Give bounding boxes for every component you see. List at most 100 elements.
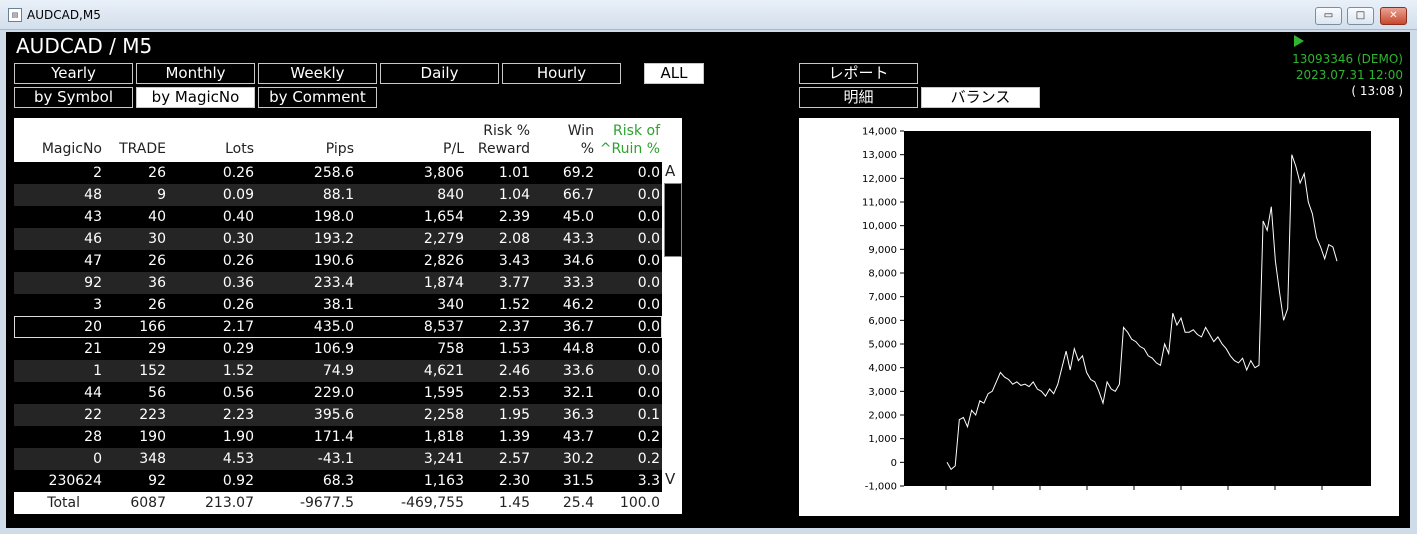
y-tick-label: 1,000 — [868, 434, 897, 445]
cell-risk-of-ruin: 0.2 — [637, 451, 660, 467]
cell-pips: 229.0 — [313, 385, 354, 401]
table-row[interactable]: 2 26 0.26 258.6 3,806 1.01 69.2 0.0 — [14, 162, 662, 184]
cell-trade: 29 — [148, 341, 166, 357]
cell-win-pct: 32.1 — [562, 385, 594, 401]
total-lots: 213.07 — [205, 495, 254, 511]
cell-win-pct: 43.3 — [562, 231, 594, 247]
table-row[interactable]: 22 223 2.23 395.6 2,258 1.95 36.3 0.1 — [14, 404, 662, 426]
cell-win-pct: 45.0 — [562, 209, 594, 225]
cell-risk-reward: 2.37 — [498, 319, 530, 335]
minimize-button[interactable]: ▭ — [1315, 7, 1342, 25]
y-tick-label: 4,000 — [868, 363, 897, 374]
scrollbar-thumb[interactable] — [664, 183, 682, 257]
cell-magicno: 21 — [84, 341, 102, 357]
cell-trade: 348 — [139, 451, 166, 467]
cell-win-pct: 46.2 — [562, 297, 594, 313]
y-tick-label: 10,000 — [862, 221, 897, 232]
close-button[interactable]: ✕ — [1380, 7, 1407, 25]
table-row[interactable]: 47 26 0.26 190.6 2,826 3.43 34.6 0.0 — [14, 250, 662, 272]
cell-risk-reward: 1.53 — [498, 341, 530, 357]
table-row[interactable]: 28 190 1.90 171.4 1,818 1.39 43.7 0.2 — [14, 426, 662, 448]
cell-lots: 0.26 — [222, 165, 254, 181]
cell-pl: 1,654 — [423, 209, 464, 225]
cell-lots: 1.52 — [222, 363, 254, 379]
total-pips: -9677.5 — [299, 495, 354, 511]
play-icon — [1294, 35, 1304, 47]
cell-pips: 233.4 — [313, 275, 354, 291]
cell-risk-of-ruin: 0.0 — [637, 253, 660, 269]
column-header-risk-of-ruin-line1: Risk of — [613, 123, 660, 139]
table-row[interactable]: 20 166 2.17 435.0 8,537 2.37 36.7 0.0 — [14, 316, 662, 338]
table-row[interactable]: 21 29 0.29 106.9 758 1.53 44.8 0.0 — [14, 338, 662, 360]
tab-monthly[interactable]: Monthly — [136, 63, 255, 84]
tab-by-symbol[interactable]: by Symbol — [14, 87, 133, 108]
cell-risk-of-ruin: 0.0 — [637, 187, 660, 203]
cell-risk-reward: 2.46 — [498, 363, 530, 379]
tab-balance[interactable]: バランス — [921, 87, 1040, 108]
cell-pl: 2,258 — [423, 407, 464, 423]
cell-risk-of-ruin: 0.0 — [637, 297, 660, 313]
cell-win-pct: 33.3 — [562, 275, 594, 291]
column-header-lots-line2: Lots — [225, 141, 254, 157]
cell-pl: 1,163 — [423, 473, 464, 489]
cell-pips: 38.1 — [322, 297, 354, 313]
cell-magicno: 46 — [84, 231, 102, 247]
cell-pl: 3,241 — [423, 451, 464, 467]
cell-win-pct: 66.7 — [562, 187, 594, 203]
cell-risk-reward: 2.57 — [498, 451, 530, 467]
cell-lots: 0.40 — [222, 209, 254, 225]
table-row[interactable]: 1 152 1.52 74.9 4,621 2.46 33.6 0.0 — [14, 360, 662, 382]
tab-all[interactable]: ALL — [644, 63, 704, 84]
cell-lots: 2.23 — [222, 407, 254, 423]
tab-detail[interactable]: 明細 — [799, 87, 918, 108]
total-win-pct: 25.4 — [562, 495, 594, 511]
y-tick-label: 7,000 — [868, 292, 897, 303]
column-header-trade-line2: TRADE — [119, 141, 166, 157]
cell-win-pct: 69.2 — [562, 165, 594, 181]
cell-pl: 3,806 — [423, 165, 464, 181]
cell-lots: 0.09 — [222, 187, 254, 203]
cell-magicno: 20 — [84, 319, 102, 335]
table-row[interactable]: 230624 92 0.92 68.3 1,163 2.30 31.5 3.3 — [14, 470, 662, 492]
cell-risk-of-ruin: 0.0 — [637, 275, 660, 291]
balance-chart-panel: 14,000 13,000 12,000 11,000 10,000 9,000 8,000… — [799, 118, 1399, 516]
cell-pips: 435.0 — [313, 319, 354, 335]
cell-magicno: 28 — [84, 429, 102, 445]
cell-risk-reward: 1.95 — [498, 407, 530, 423]
cell-risk-reward: 1.04 — [498, 187, 530, 203]
cell-lots: 0.30 — [222, 231, 254, 247]
cell-win-pct: 34.6 — [562, 253, 594, 269]
tab-hourly[interactable]: Hourly — [502, 63, 621, 84]
cell-lots: 1.90 — [222, 429, 254, 445]
window-titlebar: ▤ AUDCAD,M5 ▭ □ ✕ — [0, 0, 1417, 30]
y-tick-label: 0 — [891, 458, 897, 469]
total-label: Total — [47, 495, 80, 511]
table-row[interactable]: 44 56 0.56 229.0 1,595 2.53 32.1 0.0 — [14, 382, 662, 404]
cell-risk-reward: 1.52 — [498, 297, 530, 313]
chart-app-icon: ▤ — [8, 8, 22, 22]
tab-daily[interactable]: Daily — [380, 63, 499, 84]
table-row[interactable]: 3 26 0.26 38.1 340 1.52 46.2 0.0 — [14, 294, 662, 316]
maximize-button[interactable]: □ — [1347, 7, 1374, 25]
y-tick-label: 3,000 — [868, 387, 897, 398]
tab-report[interactable]: レポート — [799, 63, 918, 84]
table-row[interactable]: 48 9 0.09 88.1 840 1.04 66.7 0.0 — [14, 184, 662, 206]
table-row[interactable]: 46 30 0.30 193.2 2,279 2.08 43.3 0.0 — [14, 228, 662, 250]
cell-win-pct: 33.6 — [562, 363, 594, 379]
cell-risk-of-ruin: 0.2 — [637, 429, 660, 445]
scroll-down-button[interactable]: V — [665, 470, 675, 488]
tab-by-comment[interactable]: by Comment — [258, 87, 377, 108]
column-header-pips-line2: Pips — [325, 141, 354, 157]
cell-magicno: 230624 — [48, 473, 102, 489]
cell-trade: 40 — [148, 209, 166, 225]
y-tick-label: 8,000 — [868, 269, 897, 280]
scroll-up-button[interactable]: A — [665, 162, 675, 180]
cell-risk-reward: 2.08 — [498, 231, 530, 247]
table-row[interactable]: 43 40 0.40 198.0 1,654 2.39 45.0 0.0 — [14, 206, 662, 228]
tab-yearly[interactable]: Yearly — [14, 63, 133, 84]
table-row[interactable]: 0 348 4.53 -43.1 3,241 2.57 30.2 0.2 — [14, 448, 662, 470]
tab-weekly[interactable]: Weekly — [258, 63, 377, 84]
table-row[interactable]: 92 36 0.36 233.4 1,874 3.77 33.3 0.0 — [14, 272, 662, 294]
tab-by-magicno[interactable]: by MagicNo — [136, 87, 255, 108]
cell-risk-of-ruin: 0.0 — [637, 385, 660, 401]
